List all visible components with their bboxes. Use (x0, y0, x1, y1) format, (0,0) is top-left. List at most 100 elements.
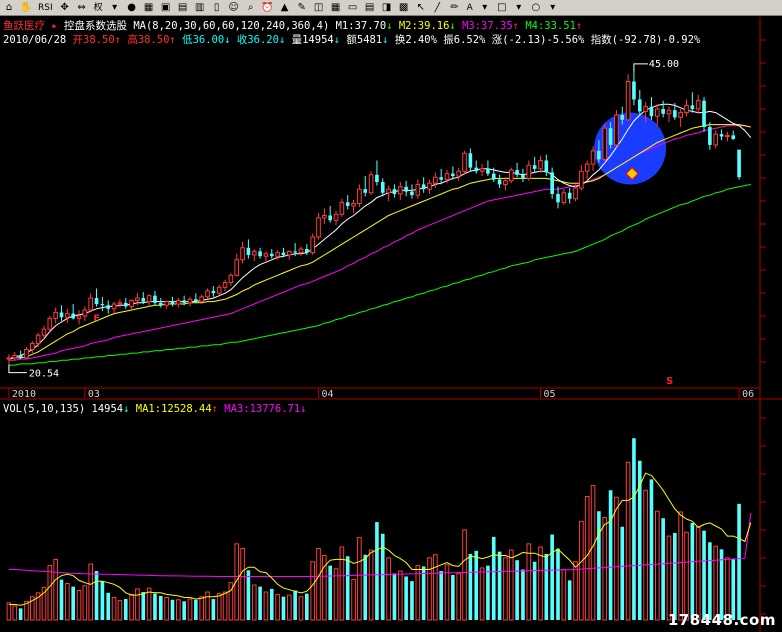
down-arrow-icon: ↓ (300, 403, 307, 415)
candle-body (234, 259, 240, 276)
ma-line-m4 (8, 183, 751, 366)
volume-bar (47, 565, 53, 621)
quote-change: 涨(-2.13)-5.56% (491, 34, 585, 46)
quote-high: 高38.50 (127, 34, 170, 46)
volume-bar (146, 587, 152, 621)
candle-body (170, 301, 175, 305)
volume-bar (397, 570, 403, 621)
x-axis-label: 06 (742, 389, 754, 400)
volume-bar (479, 567, 485, 621)
volume-bar (158, 595, 163, 620)
candle-body (357, 188, 362, 205)
candle-body (351, 203, 356, 207)
candle-body (690, 105, 695, 110)
volume-bar (176, 599, 181, 621)
up-arrow-icon: ↑ (512, 20, 519, 32)
candle-body (153, 295, 157, 303)
volume-bar (597, 511, 601, 620)
candle-body (649, 106, 654, 117)
volume-bar (521, 569, 525, 620)
volume-bar (345, 556, 350, 620)
candle-body (614, 114, 619, 146)
volume-bar (293, 590, 297, 620)
candle-body (451, 173, 455, 177)
up-arrow-icon: ↑ (575, 20, 583, 32)
candle-body (246, 247, 251, 255)
candle-body (328, 215, 333, 221)
quote-close: 收36.20 (236, 34, 279, 46)
candle-body (305, 249, 309, 253)
volume-bar (708, 542, 712, 620)
volume-bar (678, 511, 683, 621)
candle-body (176, 299, 181, 305)
volume-bar (614, 496, 619, 621)
volume-bar (88, 563, 94, 621)
volume-label: VOL(5,10,135) (3, 403, 86, 415)
candle-body (497, 179, 502, 185)
volume-bar (222, 591, 228, 621)
candle-body (491, 173, 496, 180)
volume-bar (468, 553, 473, 620)
volume-bar (12, 605, 18, 621)
x-axis-label: 04 (322, 389, 334, 400)
volume-bar (275, 593, 280, 621)
candle-body (6, 357, 12, 360)
volume-bar (550, 534, 554, 620)
candle-body (82, 309, 88, 317)
candle-body (141, 298, 146, 302)
volume-bar (199, 596, 204, 621)
candle-body (590, 150, 596, 165)
candle-body (129, 299, 134, 307)
volume-bar (170, 599, 175, 620)
volume-bar (71, 586, 75, 620)
indicator-name[interactable]: 控盘系数选股 (64, 20, 127, 32)
volume-bar (451, 574, 455, 620)
candle-body (345, 202, 350, 206)
candle-body (216, 286, 222, 294)
volume-bar (410, 581, 414, 620)
volume-bar (608, 490, 613, 620)
candle-body (375, 174, 379, 182)
watermark: 178448.com (667, 611, 776, 629)
candle-body (194, 299, 198, 302)
volume-bar (439, 571, 443, 620)
stock-name[interactable]: 鱼跃医疗 (3, 20, 45, 32)
volume-info-row: VOL(5,10,135) 14954↓ MA1:12528.44↑ MA3:1… (3, 403, 306, 415)
candle-body (404, 186, 408, 192)
candle-body (538, 159, 543, 170)
m2-value: M2:39.16 (398, 20, 450, 32)
volume-bar (111, 596, 117, 621)
volume-bar (59, 579, 64, 620)
candle-body (632, 81, 636, 100)
volume-bar (661, 518, 665, 620)
volume-bar (305, 593, 309, 620)
candle-body (47, 317, 53, 330)
volume-bar (654, 510, 660, 621)
candle-body (368, 174, 374, 194)
quote-row: 2010/06/28 开38.50↑ 高38.50↑ 低36.00↓ 收36.2… (3, 34, 700, 46)
candle-body (146, 295, 152, 303)
candle-body (561, 192, 567, 203)
candle-body (508, 169, 514, 182)
volume-bar (486, 565, 490, 620)
down-arrow-icon: ↓ (382, 34, 389, 46)
down-arrow-icon: ↓ (386, 20, 393, 32)
candle-body (29, 343, 35, 350)
candle-body (298, 248, 304, 254)
candle-body (678, 112, 683, 118)
up-arrow-icon: ↑ (114, 34, 121, 46)
volume-bar (584, 495, 590, 621)
volume-bar (194, 599, 198, 620)
candle-body (637, 99, 642, 112)
candle-body (24, 349, 29, 359)
candle-body (35, 334, 41, 345)
candle-body (316, 217, 321, 238)
candle-body (199, 296, 204, 303)
candle-body (602, 127, 608, 160)
candle-body (65, 313, 70, 318)
volume-bar (141, 592, 146, 620)
volume-bar (240, 548, 245, 621)
volume-bar (298, 596, 304, 621)
m1-value: M1:37.70 (335, 20, 387, 32)
volume-bar (216, 593, 222, 621)
